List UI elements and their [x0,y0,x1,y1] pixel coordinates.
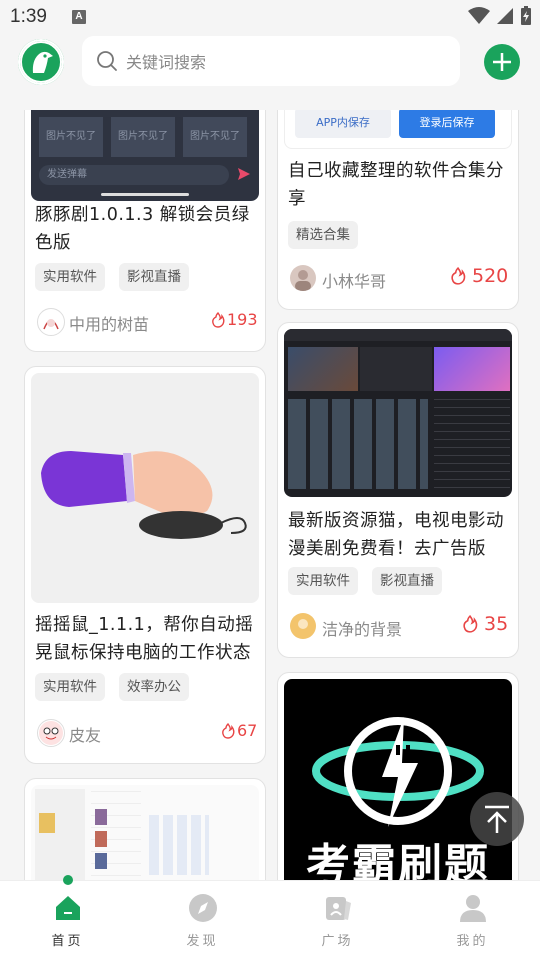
likes-value: 67 [237,721,258,740]
square-icon [326,897,351,920]
clock: 1:39 [10,6,47,27]
post-thumbnail [284,329,512,497]
post-title[interactable]: 摇摇鼠_1.1.1，帮你自动摇晃鼠标保持电脑的工作状态 [35,611,259,667]
post-thumbnail: 图片不见了 图片不见了 图片不见了 发送弹幕 [31,110,259,201]
author-name[interactable]: 中用的树苗 [69,311,149,335]
login-save-button: 登录后保存 [399,110,495,138]
likes-count: 35 [462,613,508,635]
post-card[interactable]: 摇摇鼠_1.1.1，帮你自动摇晃鼠标保持电脑的工作状态 实用软件 效率办公 皮友… [24,366,266,764]
tag[interactable]: 精选合集 [288,221,358,249]
tab-square[interactable]: 广场 [270,881,405,961]
profile-icon [460,895,486,922]
status-bar: 1:39 A [0,0,540,34]
tab-home-label: 首页 [51,934,84,949]
tag[interactable]: 影视直播 [119,263,189,291]
screenshot-placeholder: 图片不见了 [111,117,175,157]
wifi-icon [468,7,490,24]
post-title[interactable]: 最新版资源猫，电视电影动漫美剧免费看！去广告版 [288,507,512,563]
battery-icon [521,6,531,25]
likes-count: 67 [221,721,257,740]
post-title[interactable]: 自己收藏整理的软件合集分享 [288,157,512,213]
app-logo[interactable] [18,39,64,85]
send-icon [238,168,250,180]
likes-count: 520 [450,265,508,287]
tag[interactable]: 影视直播 [372,567,442,595]
content-feed[interactable]: 图片不见了 图片不见了 图片不见了 发送弹幕 豚豚剧1.0.1.3 解锁会员绿色… [0,110,540,880]
post-thumbnail [31,785,259,880]
search-input[interactable]: 关键词搜索 [126,49,206,73]
flame-icon [451,267,466,285]
tag[interactable]: 实用软件 [35,673,105,701]
bottom-tab-bar: 首页 发现 广场 我的 [0,875,540,961]
avatar[interactable] [290,265,316,291]
add-button[interactable] [484,44,520,80]
likes-count: 193 [211,310,258,329]
post-card[interactable] [24,778,266,880]
plus-icon [493,53,511,71]
tab-profile-label: 我的 [456,934,489,949]
post-thumbnail: APP内保存 登录后保存 [284,110,512,149]
home-indicator [101,193,189,196]
search-icon [97,51,117,71]
danmaku-input: 发送弹幕 [39,165,229,185]
arrow-up-icon [485,805,509,833]
compass-icon [189,894,217,922]
tag[interactable]: 效率办公 [119,673,189,701]
likes-value: 520 [472,265,509,287]
post-card[interactable]: 图片不见了 图片不见了 图片不见了 发送弹幕 豚豚剧1.0.1.3 解锁会员绿色… [24,110,266,352]
active-indicator [63,875,73,885]
app-save-button: APP内保存 [295,110,391,138]
post-thumbnail: 考霸刷题 [284,679,512,880]
likes-value: 35 [484,613,509,635]
likes-value: 193 [227,310,258,329]
notification-a-icon: A [72,10,86,24]
back-to-top-button[interactable] [470,792,524,846]
tab-profile[interactable]: 我的 [405,881,540,961]
author-name[interactable]: 洁净的背景 [322,616,402,640]
flame-icon [212,311,225,328]
tab-square-label: 广场 [321,934,354,949]
home-icon [56,896,80,920]
post-title[interactable]: 豚豚剧1.0.1.3 解锁会员绿色版 [35,201,259,257]
post-thumbnail [31,373,259,603]
flame-icon [463,615,478,633]
tab-discover[interactable]: 发现 [135,881,270,961]
author-name[interactable]: 皮友 [69,722,101,746]
post-card[interactable]: 考霸刷题 [277,672,519,880]
signal-icon [497,8,513,24]
app-header: 关键词搜索 [0,34,540,110]
post-card[interactable]: APP内保存 登录后保存 自己收藏整理的软件合集分享 精选合集 小林华哥 520 [277,110,519,310]
flame-icon [222,722,235,739]
tab-home[interactable]: 首页 [0,875,135,961]
tag[interactable]: 实用软件 [288,567,358,595]
avatar[interactable] [290,613,316,639]
avatar[interactable] [37,719,65,747]
screenshot-placeholder: 图片不见了 [39,117,103,157]
author-name[interactable]: 小林华哥 [322,268,386,292]
tag[interactable]: 实用软件 [35,263,105,291]
search-bar[interactable]: 关键词搜索 [82,36,460,86]
post-card[interactable]: 最新版资源猫，电视电影动漫美剧免费看！去广告版 实用软件 影视直播 洁净的背景 … [277,322,519,658]
screenshot-placeholder: 图片不见了 [183,117,247,157]
tab-discover-label: 发现 [186,934,219,949]
mouse-hand-illustration [41,451,247,539]
avatar[interactable] [37,308,65,336]
